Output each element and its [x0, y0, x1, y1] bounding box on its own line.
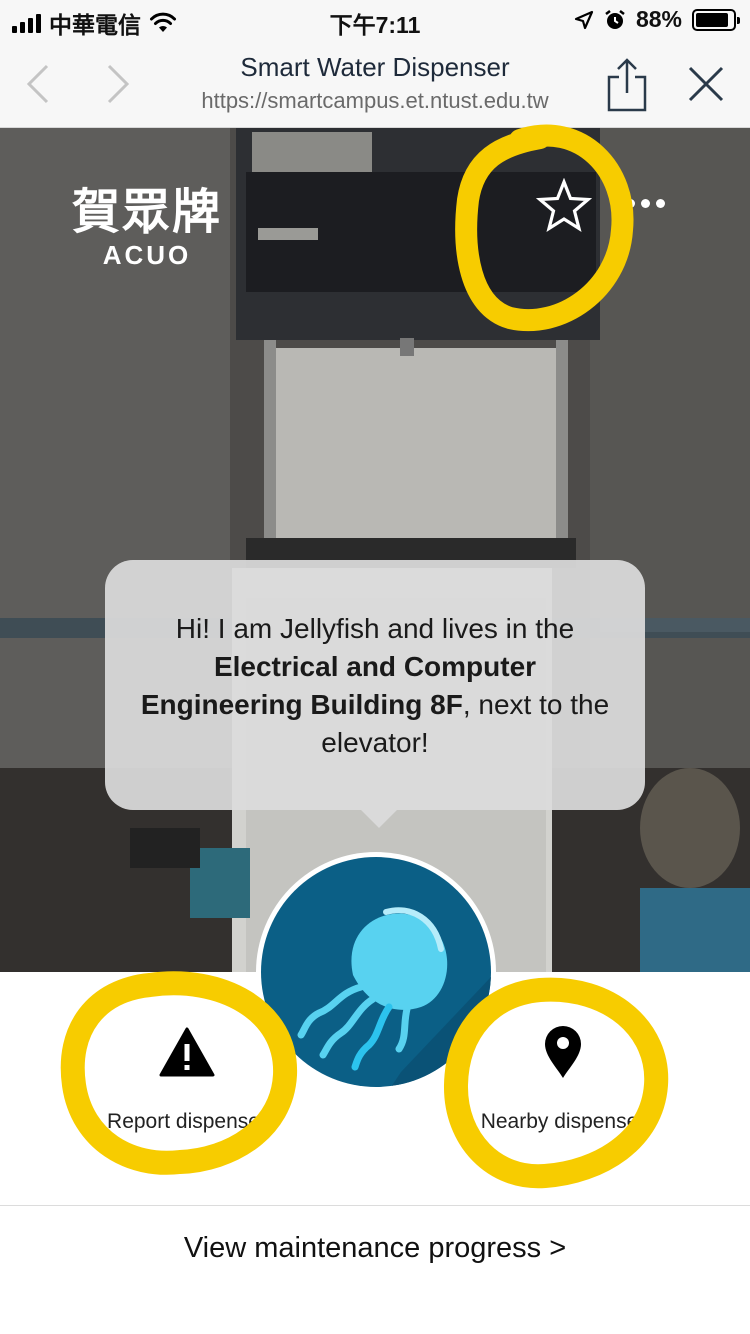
report-dispenser-label: Report dispenser [107, 1110, 267, 1133]
status-right: 88% [574, 6, 740, 33]
brand-name-chinese: 賀眾牌 [72, 184, 223, 240]
battery-level [696, 12, 728, 27]
page-title: Smart Water Dispenser [240, 52, 510, 82]
more-dot [641, 198, 650, 208]
carrier-name: 中華電信 [49, 12, 141, 38]
bubble-intro: Hi! I am Jellyfish and lives in the [175, 613, 575, 644]
brand-logo: 賀眾牌 ACUO [72, 172, 222, 271]
share-button[interactable] [603, 50, 651, 120]
location-arrow-icon [574, 10, 594, 29]
mascot-avatar [256, 852, 496, 1092]
chevron-right-icon [107, 64, 130, 104]
jellyfish-icon [297, 907, 491, 1087]
report-dispenser-button[interactable]: Report dispenser [67, 1022, 307, 1134]
share-icon [607, 58, 647, 112]
close-button[interactable] [682, 54, 730, 114]
wifi-icon [150, 12, 176, 32]
nearby-dispenser-label: Nearby dispenser [480, 1110, 646, 1133]
mascot-speech-bubble: Hi! I am Jellyfish and lives in the Elec… [105, 560, 645, 828]
view-maintenance-progress-link[interactable]: View maintenance progress > [0, 1232, 750, 1265]
avatar-background [261, 857, 491, 1087]
brand-name-english: ACUO [102, 240, 192, 270]
browser-nav-bar: Smart Water Dispenser https://smartcampu… [0, 40, 750, 128]
more-dot [656, 198, 665, 208]
battery-percent: 88% [635, 6, 682, 32]
page-url[interactable]: https://smartcampus.et.ntust.edu.tw [150, 88, 600, 114]
more-options-button[interactable] [626, 188, 682, 218]
dispenser-photo: 賀眾牌 ACUO Hi! I am Jellyfish and lives in… [0, 128, 750, 972]
nearby-dispenser-button[interactable]: Nearby dispenser [443, 1022, 683, 1134]
more-dot [626, 198, 635, 208]
chevron-left-icon [26, 64, 49, 104]
forward-button[interactable] [94, 54, 142, 114]
warning-icon [159, 1027, 215, 1077]
map-pin-icon [545, 1026, 581, 1078]
favorite-button[interactable] [535, 177, 593, 234]
back-button[interactable] [14, 54, 62, 114]
close-icon [688, 66, 724, 102]
cellular-signal-icon [12, 13, 41, 33]
battery-icon [692, 8, 740, 31]
status-bar: 中華電信 下午7:11 88% [0, 0, 750, 40]
status-left: 中華電信 [12, 6, 177, 40]
star-icon [535, 177, 593, 233]
alarm-icon [605, 9, 625, 29]
